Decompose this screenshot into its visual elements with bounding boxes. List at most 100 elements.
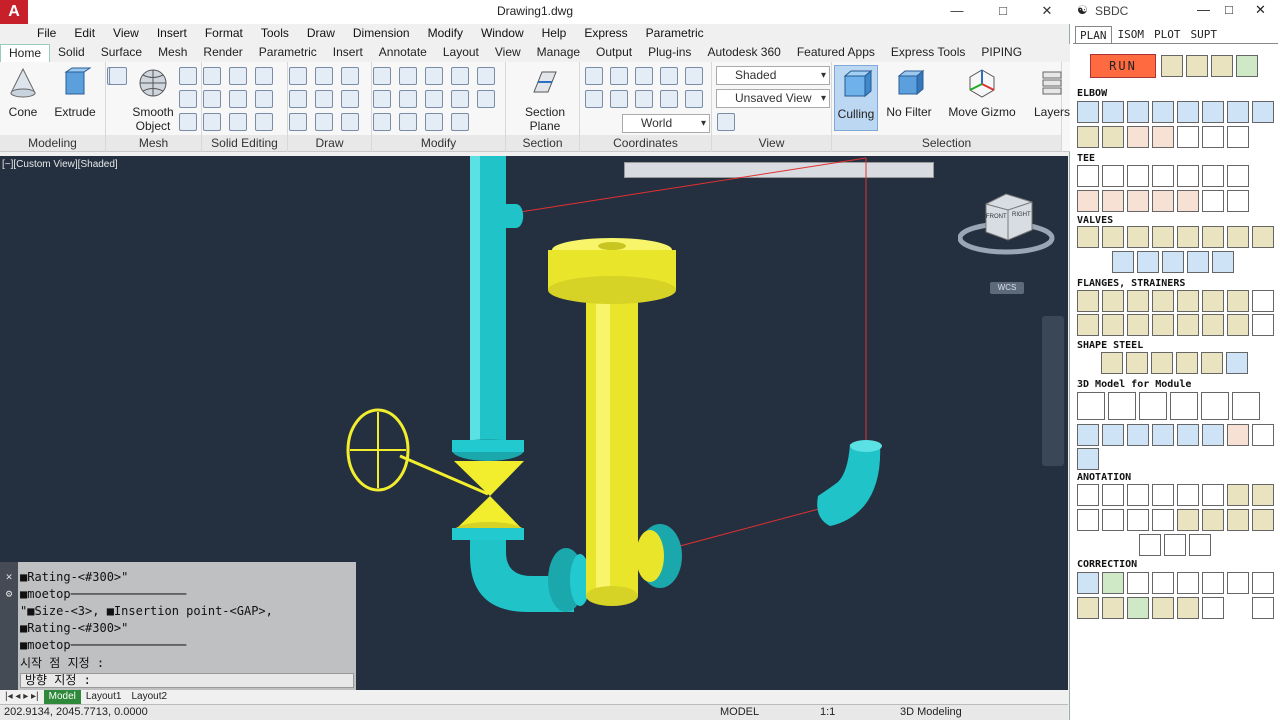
tee-lateral-icon[interactable]	[1177, 165, 1199, 187]
command-line-handle[interactable]: ✕ ⚙	[0, 562, 18, 690]
butterfly-valve-icon[interactable]	[1152, 226, 1174, 248]
ladder-icon[interactable]	[1201, 392, 1229, 420]
offset-line-icon[interactable]	[1127, 597, 1149, 619]
instrument-icon[interactable]	[1170, 392, 1198, 420]
pump-icon[interactable]	[1139, 392, 1167, 420]
elevation-icon[interactable]	[1177, 484, 1199, 506]
tank-icon[interactable]	[1232, 392, 1260, 420]
trap-icon[interactable]	[1177, 314, 1199, 336]
strainer-y-icon[interactable]	[1077, 314, 1099, 336]
menu-help[interactable]: Help	[533, 24, 576, 44]
tab-insert[interactable]: Insert	[325, 44, 371, 62]
orifice-flange-icon[interactable]	[1227, 290, 1249, 312]
reducer-icon[interactable]	[1202, 190, 1224, 212]
line-icon[interactable]	[315, 90, 333, 108]
mesh-smooth-less-icon[interactable]	[179, 90, 197, 108]
close-icon[interactable]: ✕	[1255, 2, 1266, 18]
annotation-scale[interactable]: 1:1	[820, 706, 835, 718]
crossing-icon[interactable]	[1202, 597, 1224, 619]
cap-icon[interactable]	[1227, 165, 1249, 187]
menu-dimension[interactable]: Dimension	[344, 24, 419, 44]
menu-edit[interactable]: Edit	[65, 24, 104, 44]
match-line-icon[interactable]	[1164, 534, 1186, 556]
ucs-previous-icon[interactable]	[585, 90, 603, 108]
copy-object-icon[interactable]	[1102, 597, 1124, 619]
flange-slip-on-icon[interactable]	[1102, 290, 1124, 312]
align-text-icon[interactable]	[1127, 572, 1149, 594]
ucs-zaxis-icon[interactable]	[660, 67, 678, 85]
ball-valve-icon[interactable]	[1177, 226, 1199, 248]
tab-home[interactable]: Home	[0, 44, 51, 62]
elbow-short-icon[interactable]	[1177, 101, 1199, 123]
handwheel-icon[interactable]	[1112, 251, 1134, 273]
erase-icon[interactable]	[373, 113, 391, 131]
revision-icon[interactable]	[1177, 597, 1199, 619]
menu-draw[interactable]: Draw	[298, 24, 344, 44]
layers-button[interactable]: Layers	[1034, 64, 1070, 119]
tab-annotate[interactable]: Annotate	[371, 44, 435, 62]
polyline-icon[interactable]	[289, 67, 307, 85]
panel-title-solid-editing[interactable]: Solid Editing	[202, 135, 287, 151]
control-valve-icon[interactable]	[1252, 226, 1274, 248]
menu-parametric[interactable]: Parametric	[637, 24, 713, 44]
run-button[interactable]: RUN	[1090, 54, 1156, 78]
flange-edit-icon[interactable]	[1252, 290, 1274, 312]
visual-style-combo[interactable]: Shaded	[716, 66, 830, 85]
pipe-support-icon[interactable]	[1201, 352, 1223, 374]
mesh-primitive-icon[interactable]	[109, 67, 127, 85]
equipment-icon[interactable]	[1077, 392, 1105, 420]
tee-socket-icon[interactable]	[1127, 165, 1149, 187]
3d-rotate-icon[interactable]	[399, 67, 417, 85]
panel-title-view[interactable]: View	[712, 135, 831, 151]
minimize-icon[interactable]: —	[1197, 2, 1210, 17]
extend-icon[interactable]	[1202, 572, 1224, 594]
rectangle-icon[interactable]	[315, 113, 333, 131]
array-icon[interactable]	[451, 113, 469, 131]
layer-edit-icon[interactable]	[1102, 572, 1124, 594]
h-beam-icon[interactable]	[1101, 352, 1123, 374]
menu-express[interactable]: Express	[575, 24, 636, 44]
smooth-object-button[interactable]: Smooth Object	[130, 64, 176, 133]
section-plane-button[interactable]: Section Plane	[520, 64, 570, 133]
mesh-smooth-more-icon[interactable]	[179, 67, 197, 85]
elbow-street-icon[interactable]	[1252, 101, 1274, 123]
gear-operator-icon[interactable]	[1162, 251, 1184, 273]
hatch-pattern-icon[interactable]	[1252, 597, 1274, 619]
subtract-icon[interactable]	[229, 67, 247, 85]
ucs-world-icon[interactable]	[610, 67, 628, 85]
line-edit-icon[interactable]	[1077, 572, 1099, 594]
center-mark-icon[interactable]	[1211, 55, 1233, 77]
detail-mark-icon[interactable]	[1252, 509, 1274, 531]
interfere-icon[interactable]	[203, 90, 221, 108]
trim-icon[interactable]	[477, 67, 495, 85]
plug-valve-icon[interactable]	[1227, 226, 1249, 248]
olet-thread-icon[interactable]	[1127, 190, 1149, 212]
fillet-icon[interactable]	[373, 90, 391, 108]
tab-output[interactable]: Output	[588, 44, 640, 62]
tee-cross-icon[interactable]	[1202, 165, 1224, 187]
ucs-object-icon[interactable]	[635, 90, 653, 108]
elbow-90-icon[interactable]	[1077, 101, 1099, 123]
viewport-config-icon[interactable]	[717, 113, 735, 131]
olet-weld-icon[interactable]	[1077, 190, 1099, 212]
pipe-straight-icon[interactable]	[1077, 424, 1099, 446]
pipe-cap-icon[interactable]	[1227, 424, 1249, 446]
menu-view[interactable]: View	[104, 24, 148, 44]
scale-icon[interactable]	[451, 90, 469, 108]
3d-mirror-icon[interactable]	[399, 90, 417, 108]
tab-parametric[interactable]: Parametric	[251, 44, 325, 62]
expansion-joint-icon[interactable]	[1252, 314, 1274, 336]
actuator-icon[interactable]	[1187, 251, 1209, 273]
mesh-refine-icon[interactable]	[179, 113, 197, 131]
tab-surface[interactable]: Surface	[93, 44, 150, 62]
thicken-icon[interactable]	[255, 90, 273, 108]
explode-icon[interactable]	[425, 113, 443, 131]
ellipse-icon[interactable]	[341, 113, 359, 131]
grating-icon[interactable]	[1226, 352, 1248, 374]
panel-title-selection[interactable]: Selection	[832, 135, 1061, 151]
tab-render[interactable]: Render	[195, 44, 250, 62]
menu-window[interactable]: Window	[472, 24, 533, 44]
offset-icon[interactable]	[373, 67, 391, 85]
close-icon[interactable]: ✕	[0, 570, 18, 583]
separate-icon[interactable]	[255, 113, 273, 131]
